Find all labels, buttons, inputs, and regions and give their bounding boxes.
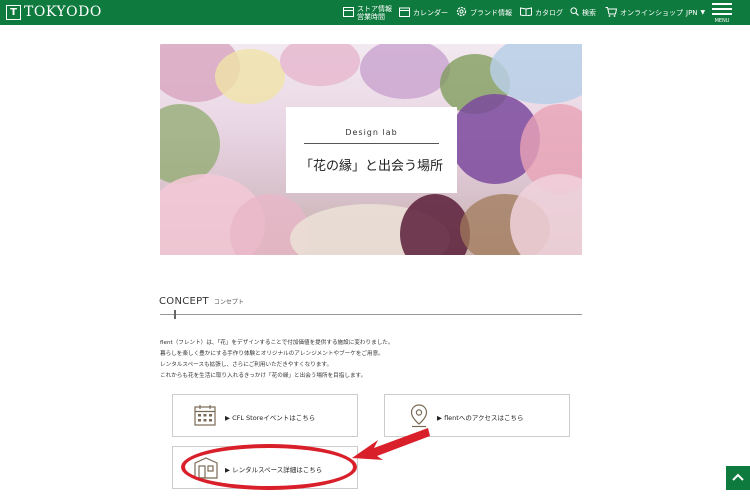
- concept-line-4: これからも花を生活に取り入れるきっかけ「花の縁」と出会う場所を目指します。: [160, 373, 367, 379]
- nav-catalog-label: カタログ: [535, 8, 563, 17]
- book-icon: [520, 7, 532, 18]
- red-arrow-annotation: [350, 424, 432, 472]
- concept-line-2: 暮らしを楽しく豊かにする手作り体験とオリジナルのアレンジメントやブーケをご用意。: [160, 351, 384, 357]
- calendar-icon: [399, 7, 410, 19]
- events-link-button[interactable]: ▶ CFL Storeイベントはこちら: [172, 394, 358, 437]
- caret-down-icon: ▼: [700, 9, 706, 16]
- nav-store-info[interactable]: ストア情報 営業時間: [343, 0, 392, 25]
- search-icon: [570, 7, 579, 18]
- nav-hours-label: 営業時間: [357, 12, 385, 21]
- logo-text: TOKYODO: [24, 4, 102, 20]
- language-label: JPN: [686, 8, 698, 17]
- nav-brand-info[interactable]: ブランド情報: [456, 0, 512, 25]
- nav-online-shop[interactable]: オンラインショップ: [605, 0, 683, 25]
- hero-title: 「花の縁」と出会う場所: [299, 159, 443, 174]
- nav-catalog[interactable]: カタログ: [520, 0, 563, 25]
- nav-search-label: 検索: [582, 8, 596, 17]
- nav-calendar-label: カレンダー: [413, 8, 448, 17]
- nav-brand-label: ブランド情報: [470, 8, 512, 17]
- concept-divider: [160, 314, 582, 315]
- store-icon: [343, 6, 354, 19]
- logo-mark: T: [6, 4, 21, 20]
- nav-calendar[interactable]: カレンダー: [399, 0, 448, 25]
- concept-text: flent（フレント）は、「花」をデザインすることで付加価値を提供する施設に変わ…: [160, 338, 394, 382]
- concept-line-3: レンタルスペースも拡張し、さらにご利用いただきやすくなります。: [160, 362, 333, 368]
- cart-icon: [605, 6, 618, 19]
- tokyodo-logo[interactable]: T TOKYODO: [6, 4, 102, 20]
- calendar-icon: [194, 404, 216, 430]
- gear-icon: [456, 6, 467, 19]
- hero-divider: [304, 143, 439, 144]
- menu-button[interactable]: MENU: [712, 2, 732, 24]
- nav-search[interactable]: 検索: [570, 0, 596, 25]
- concept-divider-tick: [174, 310, 176, 319]
- back-to-top-button[interactable]: [726, 466, 750, 490]
- hero-image: Design lab 「花の縁」と出会う場所: [160, 44, 582, 255]
- concept-heading: CONCEPT コンセプト: [159, 296, 244, 307]
- menu-label: MENU: [714, 18, 730, 24]
- concept-heading-en: CONCEPT: [159, 296, 209, 307]
- access-link-label: ▶ flentへのアクセスはこちら: [437, 414, 524, 422]
- hero-title-card: Design lab 「花の縁」と出会う場所: [286, 107, 457, 193]
- nav-online-shop-label: オンラインショップ: [620, 8, 683, 17]
- concept-heading-jp: コンセプト: [213, 299, 244, 306]
- nav-store-label: ストア情報: [357, 4, 392, 13]
- language-selector[interactable]: JPN ▼: [686, 0, 705, 25]
- hamburger-icon: [712, 3, 732, 5]
- hero-subtitle: Design lab: [345, 128, 398, 137]
- events-link-label: ▶ CFL Storeイベントはこちら: [225, 414, 316, 422]
- chevron-up-icon: [726, 473, 750, 494]
- highlight-circle: [181, 444, 357, 490]
- concept-line-1: flent（フレント）は、「花」をデザインすることで付加価値を提供する施設に変わ…: [160, 340, 394, 346]
- header-bar: T TOKYODO ストア情報 営業時間 カレンダー ブランド情報 カタログ 検…: [0, 0, 750, 25]
